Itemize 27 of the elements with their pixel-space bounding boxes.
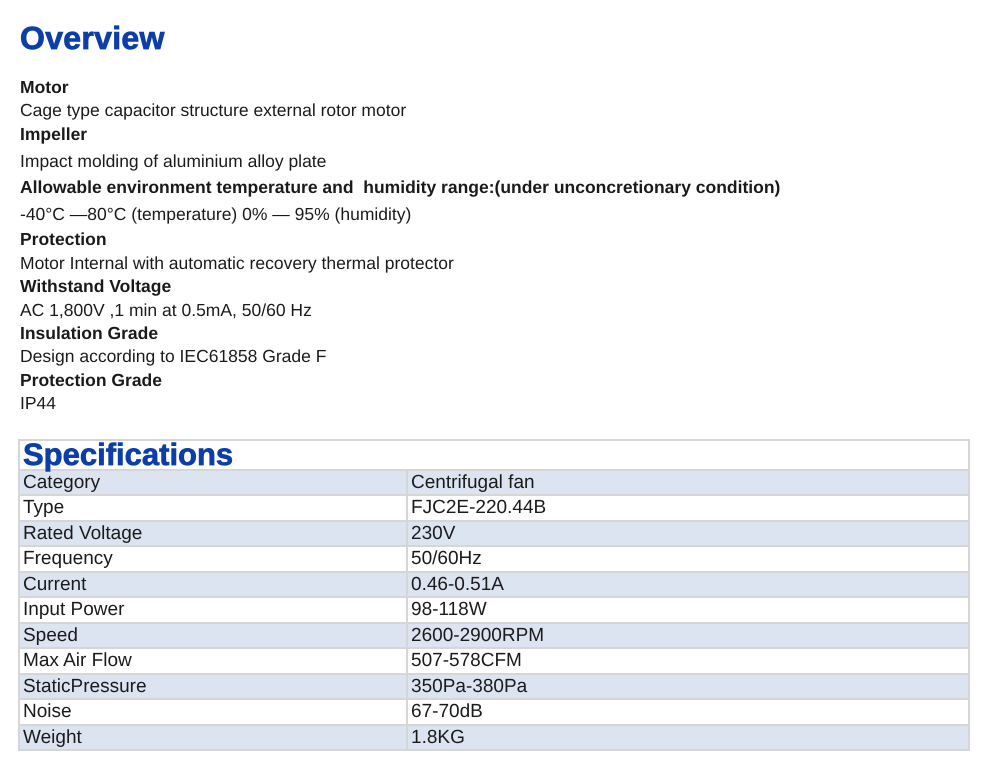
section-label: Protection Grade (20, 368, 162, 392)
section-label: Allowable environment temperature and humidity range:(under unconcretionary condition) (20, 176, 780, 199)
table-cell: Speed (19, 622, 407, 648)
table-cell: 350Pa-380Pa (407, 674, 969, 700)
table-cell: Centrifugal fan (407, 470, 969, 496)
section-label: Withstand Voltage (20, 275, 172, 298)
section-text: Impact molding of aluminium alloy plate (20, 150, 326, 174)
section-text: IP44 (20, 392, 56, 416)
section-label: Insulation Grade (20, 322, 158, 346)
section-text: Design according to IEC61858 Grade F (20, 345, 326, 368)
table-cell: Rated Voltage (19, 520, 407, 546)
section-text: AC 1,800V ,1 min at 0.5mA, 50/60 Hz (20, 298, 312, 322)
section-text: Motor Internal with automatic recovery thermal protector (20, 252, 454, 275)
table-cell: 0.46-0.51A (407, 572, 969, 598)
table-cell: 230V (407, 520, 969, 546)
overview-heading: Overview (20, 20, 166, 56)
table-cell: 2600-2900RPM (407, 622, 969, 648)
section-label: Motor (20, 76, 69, 99)
specifications-heading: Specifications (19, 440, 969, 470)
table-cell: Current (19, 572, 407, 598)
section-label: Impeller (20, 122, 88, 146)
section-text: Cage type capacitor structure external rotor motor (20, 99, 406, 122)
section-label: Protection (20, 228, 107, 252)
table-cell: Weight (19, 724, 407, 750)
section-text: -40°C —80°C (temperature) 0% — 95% (humidity) (20, 203, 412, 226)
table-cell: StaticPressure (19, 674, 407, 700)
table-cell: 1.8KG (407, 724, 969, 750)
